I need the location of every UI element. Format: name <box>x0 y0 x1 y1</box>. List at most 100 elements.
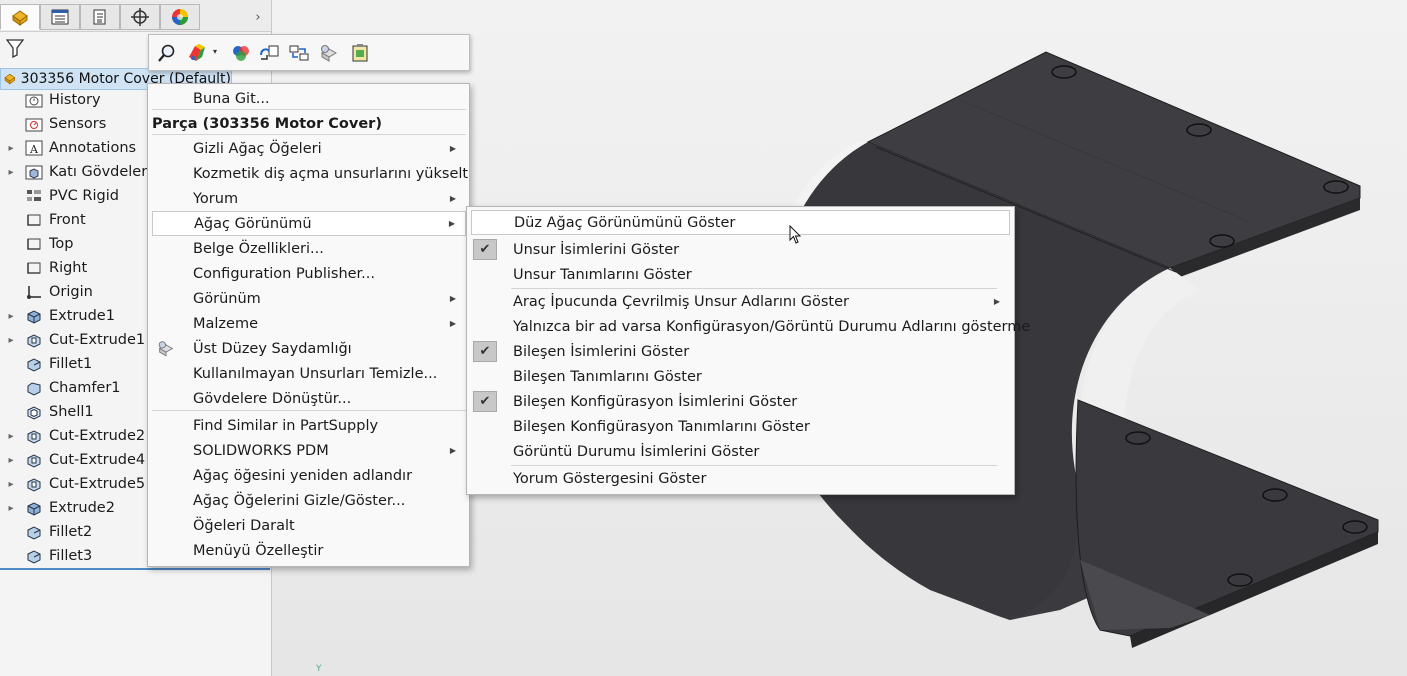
menu-separator <box>152 410 466 411</box>
expand-arrow-icon[interactable]: ▸ <box>0 431 22 442</box>
menu-item[interactable]: Find Similar in PartSupply <box>152 413 466 438</box>
rebuild-button[interactable] <box>257 41 283 65</box>
tab-configuration-manager[interactable] <box>80 4 120 30</box>
expand-arrow-icon[interactable]: ▸ <box>0 335 22 346</box>
tree-item-label: Fillet2 <box>49 524 93 540</box>
extrude-icon <box>24 307 44 325</box>
submenu-item-label: Bileşen Konfigürasyon Tanımlarını Göster <box>513 418 810 435</box>
menu-item[interactable]: Üst Düzey Saydamlığı <box>152 336 466 361</box>
submenu-arrow-icon: ▶ <box>448 219 455 228</box>
menu-item-label: Malzeme <box>193 315 259 332</box>
tab-feature-manager[interactable] <box>0 4 40 30</box>
configuration-icon <box>93 9 106 25</box>
material-icon <box>24 187 44 205</box>
menu-item[interactable]: Ağaç Görünümü ▶ <box>152 211 466 236</box>
checkmark-icon: ✔ <box>473 341 497 362</box>
expand-arrow-icon[interactable]: ▸ <box>0 311 22 322</box>
tree-display-submenu: Düz Ağaç Görünümünü Göster ✔ Unsur İsimler… <box>466 206 1030 495</box>
sensor-icon <box>24 115 44 133</box>
manager-tab-bar: › <box>0 0 271 32</box>
submenu-item-label: Bileşen Konfigürasyon İsimlerini Göster <box>513 393 798 410</box>
tab-display-manager[interactable] <box>160 4 200 30</box>
menu-item-label: Parça (303356 Motor Cover) <box>152 115 382 132</box>
submenu-item[interactable]: Düz Ağaç Görünümünü Göster <box>471 210 1010 235</box>
menu-item[interactable]: Ağaç Öğelerini Gizle/Göster... <box>152 488 466 513</box>
menu-item[interactable]: Malzeme ▶ <box>152 311 466 336</box>
expand-arrow-icon[interactable]: ▸ <box>0 503 22 514</box>
menu-item[interactable]: Öğeleri Daralt <box>152 513 466 538</box>
menu-item-label: Gövdelere Dönüştür... <box>193 390 352 407</box>
appearance-dropdown-icon[interactable]: ▾ <box>213 47 217 56</box>
swap-icon <box>289 45 309 61</box>
submenu-item[interactable]: ✔ Bileşen Konfigürasyon İsimlerini Göster <box>471 389 1010 414</box>
transparency-icon <box>320 45 338 62</box>
submenu-item[interactable]: Bileşen Konfigürasyon Tanımlarını Göster <box>471 414 1010 439</box>
tab-property-manager[interactable] <box>40 4 80 30</box>
submenu-item[interactable]: Bileşen Tanımlarını Göster <box>471 364 1010 389</box>
menu-item[interactable]: SOLIDWORKS PDM ▶ <box>152 438 466 463</box>
fillet-icon <box>24 547 44 565</box>
expand-arrow-icon[interactable]: ▸ <box>0 455 22 466</box>
tree-item-label: Annotations <box>49 140 137 156</box>
submenu-item[interactable]: Görüntü Durumu İsimlerini Göster <box>471 439 1010 464</box>
expand-arrow-icon[interactable]: ▸ <box>0 167 22 178</box>
zoom-to-selection-icon <box>158 44 175 62</box>
appearance-button[interactable] <box>184 41 210 65</box>
tree-item-label: Extrude1 <box>49 308 115 324</box>
expand-arrow-icon[interactable]: ▸ <box>0 479 22 490</box>
axis-triad-y: Y <box>316 664 322 674</box>
crosshair-icon <box>131 8 149 26</box>
document-properties-button[interactable] <box>347 41 373 65</box>
tree-item-label: Fillet1 <box>49 356 93 372</box>
swap-button[interactable] <box>286 41 312 65</box>
zoom-to-selection-button[interactable] <box>154 41 180 65</box>
submenu-item-label: Düz Ağaç Görünümünü Göster <box>514 214 736 231</box>
menu-item-label: Ağaç Öğelerini Gizle/Göster... <box>193 492 406 509</box>
transparency-button[interactable] <box>316 41 342 65</box>
menu-item[interactable]: Kozmetik diş açma unsurlarını yükselt <box>152 161 468 186</box>
menu-item[interactable]: Görünüm ▶ <box>152 286 466 311</box>
submenu-item-label: Yalnızca bir ad varsa Konfigürasyon/Görü… <box>513 318 1031 335</box>
submenu-item[interactable]: Unsur Tanımlarını Göster <box>471 262 1010 287</box>
tab-dimxpert-manager[interactable] <box>120 4 160 30</box>
tree-item-label: Chamfer1 <box>49 380 121 396</box>
menu-item-label: Görünüm <box>193 290 261 307</box>
submenu-item[interactable]: Araç İpucunda Çevrilmiş Unsur Adlarını G… <box>471 289 1010 314</box>
document-properties-icon <box>352 44 368 62</box>
tree-item-label: PVC Rigid <box>49 188 119 204</box>
tree-item-label: Right <box>49 260 88 276</box>
menu-item[interactable]: Menüyü Özelleştir <box>152 538 466 563</box>
display-states-button[interactable] <box>228 41 254 65</box>
chevron-right-icon[interactable]: › <box>248 4 268 30</box>
cut-extrude-icon <box>24 475 44 493</box>
menu-item-label: Üst Düzey Saydamlığı <box>193 340 352 357</box>
menu-item[interactable]: Ağaç öğesini yeniden adlandır <box>152 463 466 488</box>
menu-item[interactable]: Buna Git... <box>152 86 466 111</box>
tree-item-label: History <box>49 92 101 108</box>
property-list-icon <box>51 9 69 25</box>
menu-item[interactable]: Belge Özellikleri... <box>152 236 466 261</box>
part-icon <box>4 73 16 85</box>
submenu-item[interactable]: Yorum Göstergesini Göster <box>471 466 1010 491</box>
tree-item-label: Shell1 <box>49 404 94 420</box>
menu-item-label: Yorum <box>193 190 239 207</box>
expand-arrow-icon[interactable]: ▸ <box>0 143 22 154</box>
tree-separator <box>0 568 270 570</box>
submenu-item[interactable]: ✔ Unsur İsimlerini Göster <box>471 237 1010 262</box>
annotation-icon: A <box>24 139 44 157</box>
menu-item[interactable]: Kullanılmayan Unsurları Temizle... <box>152 361 466 386</box>
context-menu: Buna Git... Parça (303356 Motor Cover) Giz… <box>147 83 470 567</box>
submenu-item[interactable]: Yalnızca bir ad varsa Konfigürasyon/Görü… <box>471 314 1030 339</box>
filter-icon[interactable] <box>6 38 24 58</box>
cut-extrude-icon <box>24 331 44 349</box>
tree-item-label: Extrude2 <box>49 500 115 516</box>
menu-item[interactable]: Configuration Publisher... <box>152 261 466 286</box>
tree-item-label: Sensors <box>49 116 107 132</box>
menu-item[interactable]: Yorum ▶ <box>152 186 466 211</box>
menu-separator <box>152 109 466 110</box>
menu-item-label: Buna Git... <box>193 90 270 107</box>
menu-item[interactable]: Gizli Ağaç Öğeleri ▶ <box>152 136 466 161</box>
submenu-item[interactable]: ✔ Bileşen İsimlerini Göster <box>471 339 1010 364</box>
menu-item-label: Configuration Publisher... <box>193 265 376 282</box>
menu-item[interactable]: Gövdelere Dönüştür... <box>152 386 466 411</box>
